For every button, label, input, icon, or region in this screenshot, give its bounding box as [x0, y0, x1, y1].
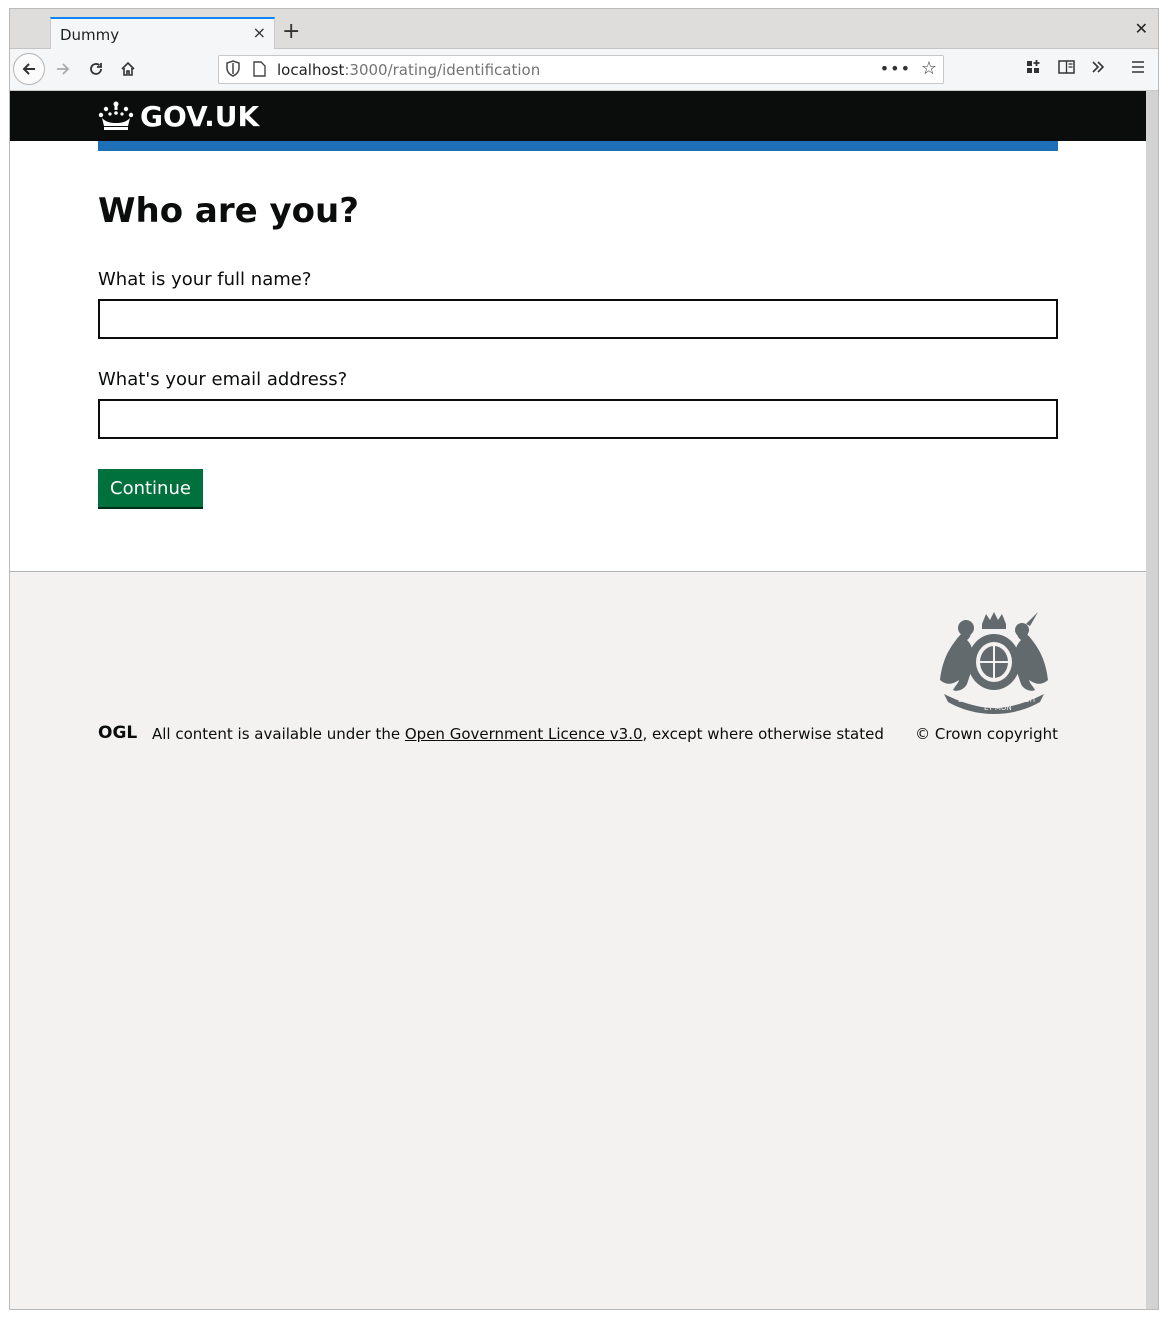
- full-name-label: What is your full name?: [98, 269, 312, 290]
- licence-suffix: , except where otherwise stated: [642, 725, 884, 743]
- new-tab-icon[interactable]: +: [282, 21, 300, 43]
- licence-text: All content is available under the Open …: [152, 725, 884, 743]
- page-icon[interactable]: [253, 61, 266, 77]
- header-blue-bar: [98, 141, 1058, 151]
- reload-icon[interactable]: [82, 55, 110, 83]
- govuk-footer: OGL All content is available under the O…: [10, 571, 1146, 1309]
- continue-button[interactable]: Continue: [98, 469, 203, 507]
- reader-view-icon[interactable]: [1058, 59, 1076, 79]
- library-icon[interactable]: [1026, 59, 1042, 79]
- govuk-header: GOV.UK: [10, 91, 1146, 141]
- royal-coat-of-arms-crest: DIEU ET MON DROIT: [940, 612, 1048, 714]
- ogl-label: OGL: [98, 723, 137, 740]
- window-close-icon[interactable]: ✕: [1135, 19, 1148, 38]
- ogl-logo: OGL: [98, 723, 137, 740]
- shield-icon[interactable]: [225, 60, 241, 78]
- url-path: :3000/rating/identification: [344, 61, 541, 79]
- url-text[interactable]: localhost:3000/rating/identification: [277, 61, 540, 79]
- star-icon[interactable]: ☆: [921, 58, 937, 79]
- back-arrow-icon[interactable]: [13, 53, 45, 85]
- url-host: localhost: [277, 61, 345, 79]
- crest-motto-mid: ET MON: [984, 704, 1012, 712]
- govuk-logo[interactable]: GOV.UK: [98, 99, 259, 133]
- crown-copyright-link[interactable]: © Crown copyright: [915, 725, 1058, 743]
- navigation-toolbar: localhost:3000/rating/identification •••…: [10, 49, 1158, 91]
- crown-icon: [98, 101, 134, 130]
- vertical-scrollbar[interactable]: [1146, 91, 1158, 1309]
- full-name-input[interactable]: [98, 299, 1058, 339]
- hamburger-menu-icon[interactable]: [1131, 59, 1145, 79]
- tab-dummy[interactable]: Dummy ×: [50, 17, 275, 49]
- page-actions-icon[interactable]: •••: [880, 59, 911, 78]
- address-bar[interactable]: localhost:3000/rating/identification •••…: [218, 55, 944, 84]
- browser-window: Dummy × + ✕ localhost:3000/rating/identi…: [9, 8, 1159, 1310]
- page-title: Who are you?: [98, 191, 359, 231]
- tab-title: Dummy: [60, 26, 120, 44]
- licence-prefix: All content is available under the: [152, 725, 405, 743]
- page-content: GOV.UK Who are you? What is your full na…: [10, 91, 1146, 1309]
- main-content: Who are you? What is your full name? Wha…: [98, 189, 1058, 507]
- logo-text: GOV.UK: [140, 99, 260, 133]
- forward-arrow-icon[interactable]: [49, 55, 77, 83]
- overflow-icon[interactable]: [1090, 59, 1106, 79]
- email-label: What's your email address?: [98, 369, 348, 390]
- licence-link[interactable]: Open Government Licence v3.0: [405, 725, 643, 743]
- tab-strip: Dummy × + ✕: [10, 9, 1158, 49]
- tab-close-icon[interactable]: ×: [253, 23, 266, 42]
- crest-motto-right: DROIT: [1014, 696, 1037, 704]
- email-input[interactable]: [98, 399, 1058, 439]
- crest-motto-left: DIEU: [958, 696, 975, 704]
- home-icon[interactable]: [114, 55, 142, 83]
